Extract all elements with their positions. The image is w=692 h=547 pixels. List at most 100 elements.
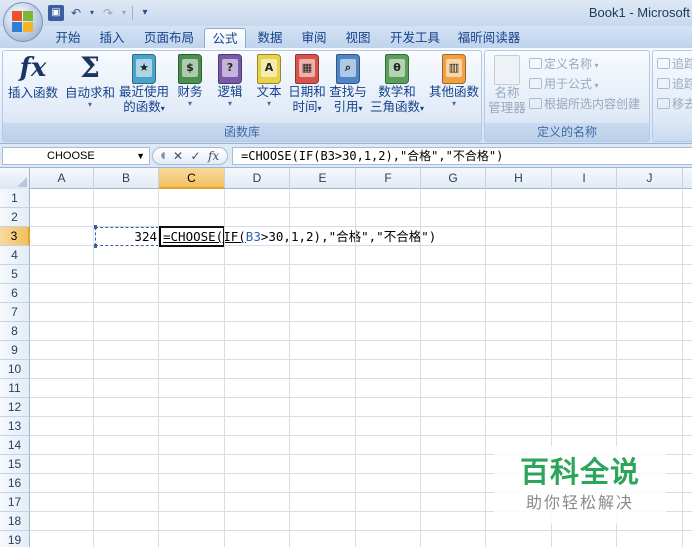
date-time-button[interactable]: ▦ 日期和 时间▾ — [287, 51, 327, 116]
cell-b3[interactable]: 324 — [93, 225, 159, 248]
gridline — [30, 283, 692, 284]
chevron-down-icon: ▾ — [317, 104, 322, 113]
create-from-selection-icon — [529, 98, 542, 109]
row-header[interactable]: 2 — [0, 208, 30, 227]
autosum-button[interactable]: Σ 自动求和 ▾ — [63, 51, 117, 110]
column-header[interactable]: B — [94, 168, 159, 189]
row-header[interactable]: 4 — [0, 246, 30, 265]
formula-bar: CHOOSE ▼ ◖ ✕ ✓ fx =CHOOSE(IF(B3>30,1,2),… — [0, 144, 692, 168]
office-button[interactable] — [3, 2, 43, 42]
lookup-book-icon: ⌕ — [336, 54, 360, 84]
row-header[interactable]: 16 — [0, 474, 30, 493]
gridline — [30, 321, 692, 322]
lookup-reference-button[interactable]: ⌕ 查找与 引用▾ — [328, 51, 368, 116]
chevron-down-icon: ▾ — [266, 99, 271, 108]
name-manager-button[interactable]: 名称 管理器 — [487, 51, 527, 115]
recently-used-button[interactable]: ★ 最近使用 的函数▾ — [117, 51, 171, 116]
enter-icon[interactable]: ✓ — [190, 149, 200, 163]
redo-dropdown-icon[interactable]: ▾ — [120, 5, 128, 21]
date-time-book-icon: ▦ — [295, 54, 319, 84]
text-book-icon: A — [257, 54, 281, 84]
row-header[interactable]: 17 — [0, 493, 30, 512]
row-header[interactable]: 12 — [0, 398, 30, 417]
use-in-formula-icon — [529, 78, 542, 89]
row-header[interactable]: 11 — [0, 379, 30, 398]
math-trig-button[interactable]: θ 数学和 三角函数▾ — [369, 51, 425, 116]
row-header[interactable]: 14 — [0, 436, 30, 455]
row-header[interactable]: 6 — [0, 284, 30, 303]
chevron-down-icon[interactable]: ▼ — [136, 148, 145, 164]
gridline — [30, 397, 692, 398]
row-header[interactable]: 13 — [0, 417, 30, 436]
financial-button[interactable]: $ 财务 ▾ — [173, 51, 207, 109]
column-header[interactable]: E — [290, 168, 356, 189]
formula-input[interactable]: =CHOOSE(IF(B3>30,1,2),"合格","不合格") — [232, 147, 692, 165]
watermark: 百科全说 助你轻松解决 — [494, 446, 666, 524]
name-manager-icon — [494, 55, 520, 85]
cancel-icon[interactable]: ✕ — [173, 149, 183, 163]
use-in-formula-button[interactable]: 用于公式 ▾ — [529, 75, 599, 92]
tab-view[interactable]: 视图 — [340, 28, 376, 48]
row-header[interactable]: 18 — [0, 512, 30, 531]
chevron-down-icon: ▾ — [358, 104, 363, 113]
tab-review[interactable]: 审阅 — [296, 28, 332, 48]
row-header[interactable]: 5 — [0, 265, 30, 284]
row-header[interactable]: 15 — [0, 455, 30, 474]
redo-icon[interactable]: ↷ — [100, 5, 116, 21]
undo-icon[interactable]: ↶ — [68, 5, 84, 21]
financial-book-icon: $ — [178, 54, 202, 84]
tab-home[interactable]: 开始 — [50, 28, 86, 48]
collapse-icon[interactable]: ◖ — [161, 151, 166, 161]
select-all-button[interactable] — [0, 168, 30, 189]
row-header[interactable]: 7 — [0, 303, 30, 322]
trace-precedents-button[interactable]: 追踪 — [657, 55, 692, 72]
column-header[interactable]: J — [617, 168, 683, 189]
define-name-button[interactable]: 定义名称 ▾ — [529, 55, 599, 72]
undo-dropdown-icon[interactable]: ▾ — [88, 5, 96, 21]
excel-window: ▣ ↶ ▾ ↷ ▾ ▾ Book1 - Microsoft 开始 插入 页面布局… — [0, 0, 692, 547]
row-header[interactable]: 8 — [0, 322, 30, 341]
ribbon-tabs: 开始 插入 页面布局 公式 数据 审阅 视图 开发工具 福昕阅读器 — [0, 26, 692, 48]
column-header[interactable]: H — [486, 168, 552, 189]
gridline — [289, 189, 290, 547]
row-header[interactable]: 3 — [0, 227, 30, 246]
row-header[interactable]: 9 — [0, 341, 30, 360]
row-header[interactable]: 10 — [0, 360, 30, 379]
tab-insert[interactable]: 插入 — [94, 28, 130, 48]
more-functions-button[interactable]: ▥ 其他函数 ▾ — [427, 51, 481, 109]
logical-button[interactable]: ? 逻辑 ▾ — [213, 51, 247, 109]
tab-page-layout[interactable]: 页面布局 — [140, 28, 198, 48]
chevron-down-icon: ▾ — [87, 100, 92, 109]
tab-data[interactable]: 数据 — [252, 28, 288, 48]
group-label-defined-names: 定义的名称 — [485, 123, 649, 141]
tab-developer[interactable]: 开发工具 — [385, 28, 445, 48]
fx-icon[interactable]: fx — [208, 149, 219, 163]
chevron-down-icon: ▾ — [160, 104, 165, 113]
column-header[interactable]: D — [225, 168, 290, 189]
group-defined-names: 名称 管理器 定义名称 ▾ 用于公式 ▾ 根据所选内容创建 定义的名称 — [484, 50, 650, 142]
row-header[interactable]: 19 — [0, 531, 30, 547]
tab-formulas[interactable]: 公式 — [204, 28, 246, 48]
insert-function-button[interactable]: fx 插入函数 — [5, 51, 61, 100]
remove-arrows-button[interactable]: 移去 — [657, 95, 692, 112]
remove-arrows-icon — [657, 98, 670, 109]
group-label-function-library: 函数库 — [3, 123, 481, 141]
gridline — [158, 189, 159, 547]
group-formula-auditing: 追踪 追踪 移去 — [652, 50, 692, 142]
column-header[interactable]: G — [421, 168, 486, 189]
tab-foxit-reader[interactable]: 福昕阅读器 — [453, 28, 525, 48]
column-header[interactable]: I — [552, 168, 617, 189]
create-from-selection-button[interactable]: 根据所选内容创建 — [529, 95, 640, 112]
column-header[interactable]: F — [356, 168, 421, 189]
text-button[interactable]: A 文本 ▾ — [252, 51, 286, 109]
row-header[interactable]: 1 — [0, 189, 30, 208]
column-header[interactable]: C — [159, 168, 225, 189]
gridline — [30, 435, 692, 436]
trace-dependents-button[interactable]: 追踪 — [657, 75, 692, 92]
customize-icon[interactable]: ▾ — [137, 5, 153, 21]
cell-c3[interactable]: =CHOOSE(IF(B3>30,1,2),"合格","不合格") — [159, 226, 436, 247]
gridline — [355, 189, 356, 547]
name-box[interactable]: CHOOSE ▼ — [2, 147, 150, 165]
column-header[interactable]: A — [30, 168, 94, 189]
save-icon[interactable]: ▣ — [48, 5, 64, 21]
